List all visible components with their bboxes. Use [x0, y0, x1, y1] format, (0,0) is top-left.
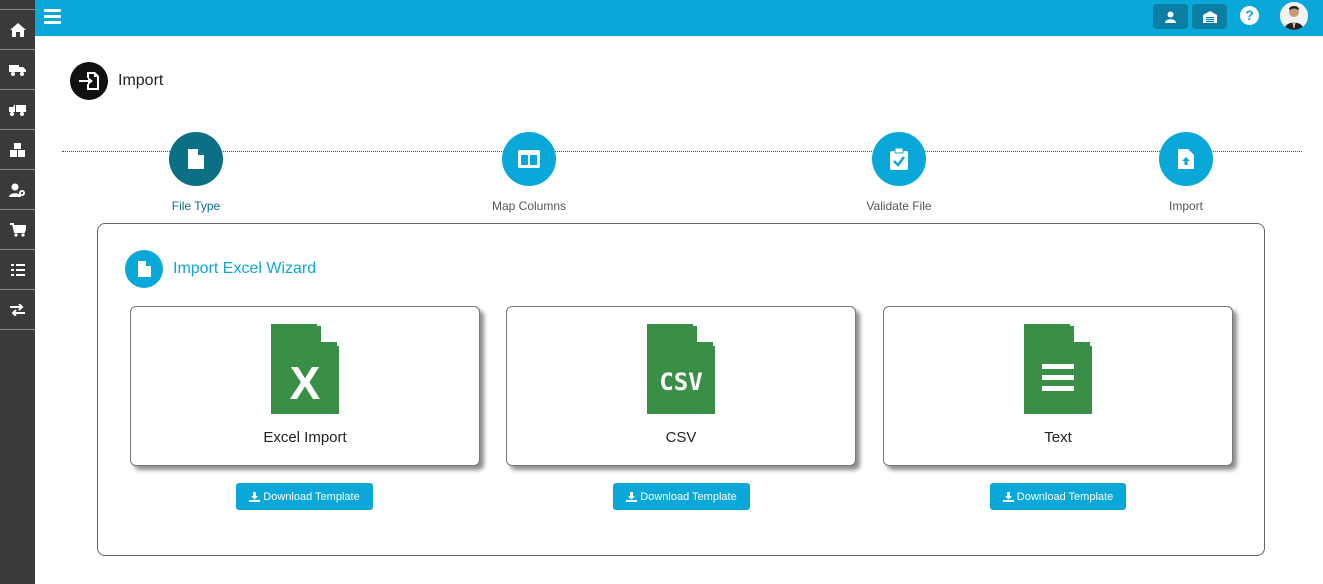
file-upload-icon: [1178, 149, 1194, 169]
step-circle[interactable]: [169, 132, 223, 186]
card-label: Text: [1044, 429, 1072, 446]
card-label: Excel Import: [263, 429, 347, 446]
cart-icon: [9, 222, 26, 237]
sidebar-item-delivery[interactable]: [0, 90, 35, 130]
user-button[interactable]: [1153, 4, 1188, 29]
home-icon: [9, 22, 26, 37]
card-label: CSV: [665, 429, 697, 446]
hamburger-line: [44, 15, 61, 18]
columns-icon: [518, 150, 540, 168]
warehouse-icon: [1202, 10, 1217, 23]
user-settings-icon: [9, 183, 25, 197]
page-title: Import: [118, 72, 164, 89]
boxes-icon: [9, 142, 25, 157]
excel-file-icon: X: [271, 324, 339, 414]
page-header: Import: [70, 62, 163, 100]
sidebar-item-home[interactable]: [0, 10, 35, 50]
sidebar-item-user-settings[interactable]: [0, 170, 35, 210]
sidebar-item-shipments[interactable]: [0, 50, 35, 90]
hamburger-line: [44, 9, 61, 12]
csv-file-icon: CSV: [647, 324, 715, 414]
help-icon[interactable]: ?: [1240, 6, 1259, 25]
text-card[interactable]: Text: [883, 306, 1233, 466]
wizard-title: Import Excel Wizard: [173, 260, 317, 277]
step-import[interactable]: Import: [1126, 132, 1246, 213]
wizard-header: Import Excel Wizard: [125, 250, 316, 288]
warehouse-button[interactable]: [1192, 4, 1227, 29]
excel-x-glyph: X: [290, 357, 321, 409]
sidebar: [0, 0, 35, 584]
import-icon: [70, 62, 108, 100]
download-excel-template-button[interactable]: Download Template: [236, 483, 373, 510]
download-icon: [626, 491, 638, 502]
download-icon: [1002, 491, 1014, 502]
csv-card[interactable]: CSV CSV: [506, 306, 856, 466]
download-text-template-button[interactable]: Download Template: [990, 483, 1126, 510]
sidebar-top-spacer: [0, 0, 35, 10]
clipboard-check-icon: [890, 148, 908, 170]
file-icon: [188, 149, 204, 169]
delivery-truck-icon: [9, 103, 26, 116]
download-icon: [249, 491, 261, 502]
step-label: Map Columns: [491, 199, 567, 213]
file-icon: [125, 250, 163, 288]
download-csv-template-button[interactable]: Download Template: [613, 483, 750, 510]
step-validate-file[interactable]: Validate File: [839, 132, 959, 213]
step-circle[interactable]: [1159, 132, 1213, 186]
step-label: Validate File: [866, 199, 932, 213]
truck-icon: [9, 64, 26, 76]
download-label: Download Template: [263, 490, 360, 503]
hamburger-line: [44, 21, 61, 24]
import-wizard-panel: Import Excel Wizard X Excel Import CSV C…: [97, 223, 1265, 556]
sidebar-item-inventory[interactable]: [0, 130, 35, 170]
step-circle[interactable]: [872, 132, 926, 186]
text-file-icon: [1024, 324, 1092, 414]
sidebar-item-transfers[interactable]: [0, 290, 35, 330]
user-avatar-icon: [1280, 2, 1308, 30]
checklist-icon: [10, 263, 25, 276]
sidebar-item-cart[interactable]: [0, 210, 35, 250]
user-icon: [1165, 11, 1176, 23]
csv-glyph: CSV: [659, 368, 702, 396]
download-label: Download Template: [1016, 490, 1114, 503]
step-circle[interactable]: [502, 132, 556, 186]
excel-import-card[interactable]: X Excel Import: [130, 306, 480, 466]
avatar[interactable]: [1280, 2, 1308, 30]
top-bar: ?: [35, 0, 1323, 36]
menu-toggle-button[interactable]: [44, 9, 61, 25]
sidebar-item-checklist[interactable]: [0, 250, 35, 290]
step-label: File Type: [171, 199, 221, 213]
step-map-columns[interactable]: Map Columns: [469, 132, 589, 213]
step-file-type[interactable]: File Type: [136, 132, 256, 213]
download-label: Download Template: [640, 490, 737, 503]
exchange-icon: [10, 303, 25, 316]
step-label: Import: [1168, 199, 1203, 213]
